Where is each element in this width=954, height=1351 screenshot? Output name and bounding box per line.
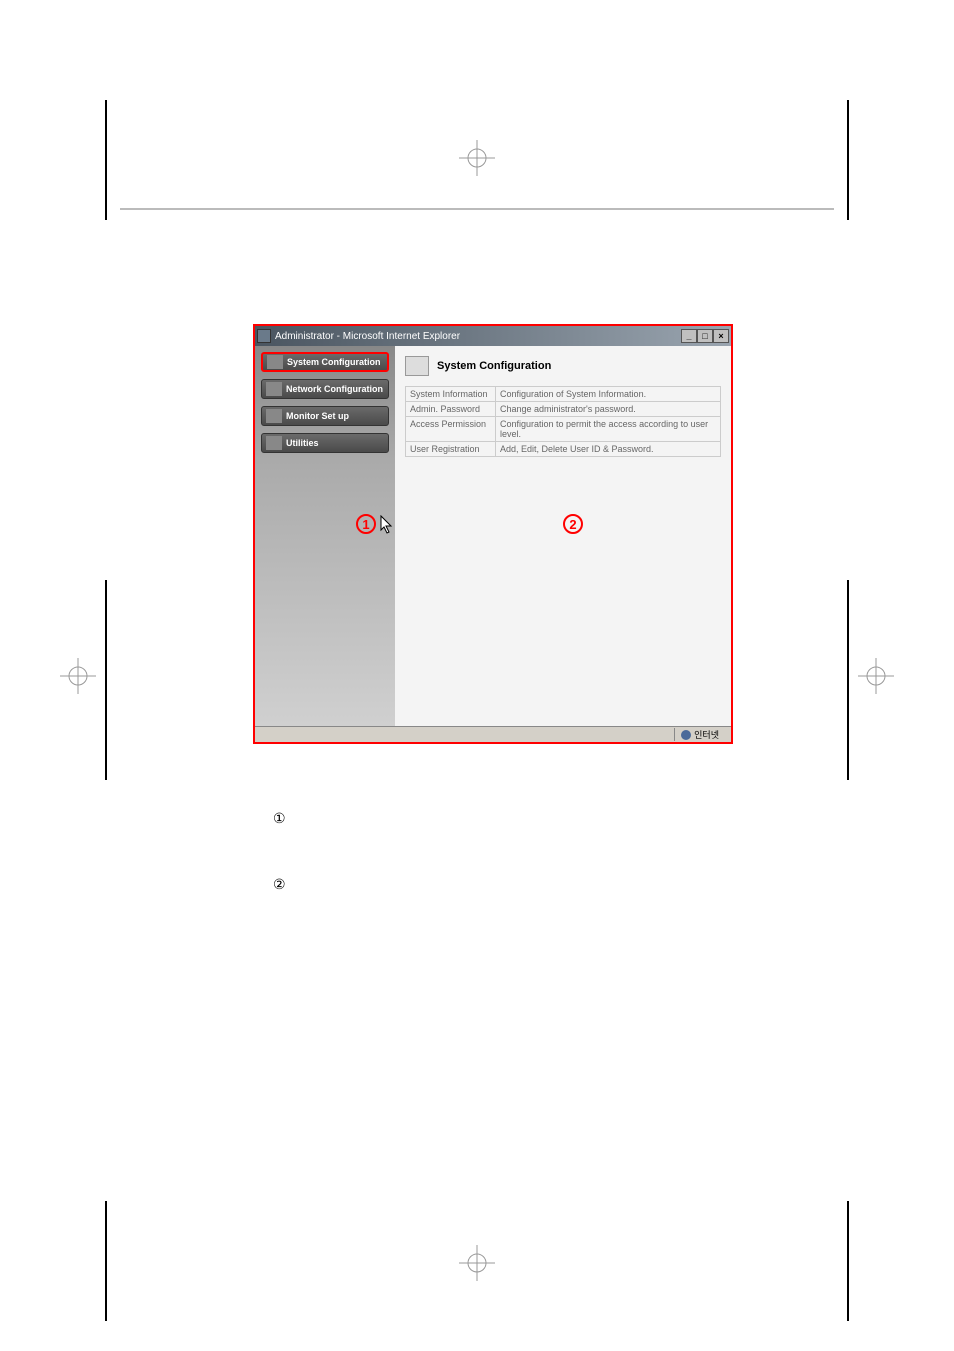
maximize-button[interactable]: □ <box>697 329 713 343</box>
admin-window: Administrator - Microsoft Internet Explo… <box>253 324 733 744</box>
app-icon <box>257 329 271 343</box>
row-desc: Change administrator's password. <box>496 402 721 417</box>
crop-mark-icon <box>60 658 96 694</box>
table-row: System Information Configuration of Syst… <box>406 387 721 402</box>
row-link-system-information[interactable]: System Information <box>406 387 496 402</box>
system-config-icon <box>405 356 429 376</box>
page-trim-line <box>105 580 107 780</box>
header-divider <box>120 208 834 210</box>
system-icon <box>267 355 283 369</box>
window-title: Administrator - Microsoft Internet Explo… <box>275 331 681 342</box>
footnote-1: ① <box>273 810 286 828</box>
sidebar-item-label: Monitor Set up <box>286 411 349 421</box>
page-trim-line <box>847 100 849 220</box>
statusbar: 인터넷 <box>255 726 731 742</box>
row-desc: Configuration of System Information. <box>496 387 721 402</box>
sidebar-item-label: System Configuration <box>287 357 381 367</box>
monitor-icon <box>266 409 282 423</box>
page-trim-line <box>105 100 107 220</box>
close-button[interactable]: × <box>713 329 729 343</box>
sidebar: System Configuration Network Configurati… <box>255 346 395 726</box>
content-title: System Configuration <box>437 360 551 372</box>
content-panel: System Configuration System Information … <box>395 346 731 726</box>
cursor-icon <box>380 515 394 540</box>
sidebar-item-monitor-setup[interactable]: Monitor Set up <box>261 406 389 426</box>
row-desc: Configuration to permit the access accor… <box>496 417 721 442</box>
page-trim-line <box>105 1201 107 1321</box>
page-trim-line <box>847 580 849 780</box>
window-titlebar[interactable]: Administrator - Microsoft Internet Explo… <box>255 326 731 346</box>
crop-mark-icon <box>459 140 495 176</box>
internet-zone-icon <box>681 730 691 740</box>
network-icon <box>266 382 282 396</box>
sidebar-item-utilities[interactable]: Utilities <box>261 433 389 453</box>
row-link-admin-password[interactable]: Admin. Password <box>406 402 496 417</box>
row-desc: Add, Edit, Delete User ID & Password. <box>496 442 721 457</box>
status-text: 인터넷 <box>694 728 719 741</box>
row-link-user-registration[interactable]: User Registration <box>406 442 496 457</box>
table-row: User Registration Add, Edit, Delete User… <box>406 442 721 457</box>
sidebar-item-label: Utilities <box>286 438 319 448</box>
sidebar-item-label: Network Configuration <box>286 384 383 394</box>
sidebar-item-system-configuration[interactable]: System Configuration <box>261 352 389 372</box>
crop-mark-icon <box>858 658 894 694</box>
footnote-2: ② <box>273 876 286 894</box>
table-row: Access Permission Configuration to permi… <box>406 417 721 442</box>
sidebar-item-network-configuration[interactable]: Network Configuration <box>261 379 389 399</box>
row-link-access-permission[interactable]: Access Permission <box>406 417 496 442</box>
minimize-button[interactable]: _ <box>681 329 697 343</box>
crop-mark-icon <box>459 1245 495 1281</box>
annotation-circle-2: 2 <box>563 514 583 534</box>
status-zone: 인터넷 <box>674 728 725 741</box>
config-table: System Information Configuration of Syst… <box>405 386 721 457</box>
page-trim-line <box>847 1201 849 1321</box>
annotation-circle-1: 1 <box>356 514 376 534</box>
utilities-icon <box>266 436 282 450</box>
table-row: Admin. Password Change administrator's p… <box>406 402 721 417</box>
